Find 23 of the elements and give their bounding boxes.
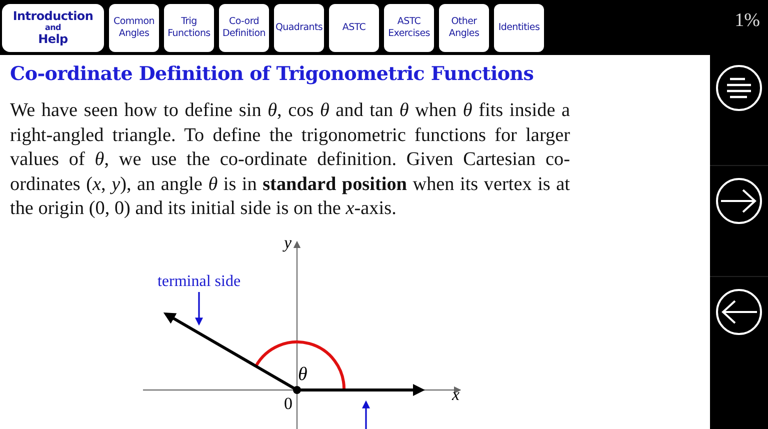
progress-percent: 1% xyxy=(734,10,760,32)
up-arrow xyxy=(362,400,370,429)
nav-tab[interactable]: Common Angles xyxy=(109,4,159,52)
next-button[interactable] xyxy=(714,176,764,226)
y-axis-label: y xyxy=(284,232,292,252)
nav-tab[interactable]: Trig Functions xyxy=(164,4,214,52)
body-paragraph: We have seen how to define sin θ, cos θ and tan θ when θ fits inside a right-angled triangle. To define the trigonometric functions for larger values of θ, we use the co-ordinate definition. Given Cartesian co-ordinates (x, y), an angle θ is in standard position when its vertex is at the origin (0, 0) and its initial side is on the x-axis. xyxy=(10,99,570,221)
down-arrow xyxy=(195,292,203,326)
origin-label: 0 xyxy=(284,394,292,412)
slide-heading: Co-ordinate Definition of Trigonometric Functions xyxy=(10,63,535,85)
nav-tab[interactable]: ASTC xyxy=(329,4,379,52)
nav-tab[interactable]: Co-ord Definition xyxy=(219,4,269,52)
nav-tab[interactable]: Identities xyxy=(494,4,544,52)
nav-tab[interactable]: ASTC Exercises xyxy=(384,4,434,52)
angle-label: θ xyxy=(298,364,308,384)
nav-tab[interactable]: Other Angles xyxy=(439,4,489,52)
menu-button[interactable] xyxy=(714,63,764,113)
terminal-side-label: terminal side xyxy=(157,272,241,290)
nav-tab[interactable]: Quadrants xyxy=(274,4,324,52)
previous-button[interactable] xyxy=(714,287,764,337)
nav-tab[interactable]: Introduction and Help xyxy=(2,4,104,52)
x-axis-label: x xyxy=(452,384,460,404)
origin-point xyxy=(293,386,301,394)
